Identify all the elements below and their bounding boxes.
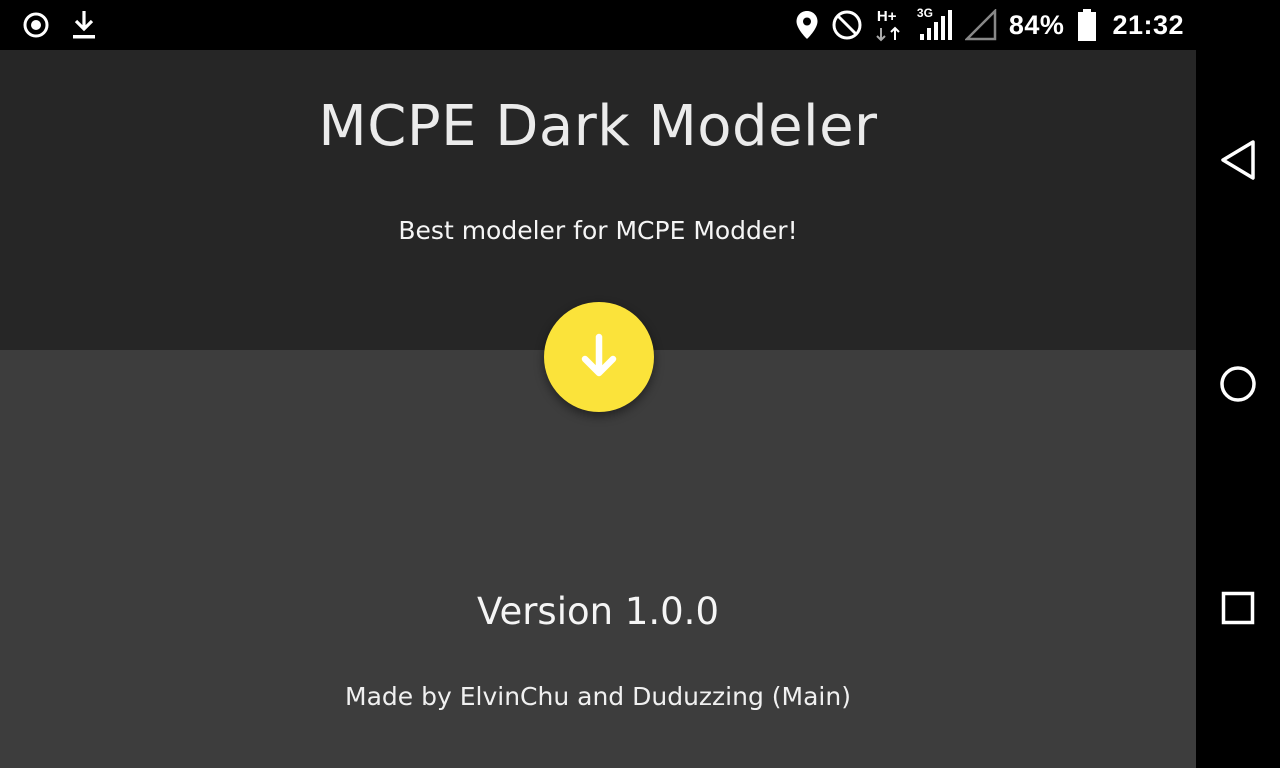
- battery-percent: 84%: [1008, 9, 1065, 40]
- clock: 21:32: [1112, 9, 1184, 40]
- download-icon: [70, 9, 98, 41]
- recents-button[interactable]: [1212, 582, 1264, 634]
- do-not-disturb-icon: [831, 9, 863, 41]
- signal-strength-icon: [964, 9, 997, 41]
- credits-text: Made by ElvinChu and Duduzzing (Main): [345, 682, 851, 711]
- navigation-bar: [1196, 0, 1280, 768]
- battery-icon: [1076, 8, 1098, 42]
- status-bar: H+ 3G 84% 21:32: [0, 0, 1196, 50]
- download-button[interactable]: [544, 302, 654, 412]
- back-icon: [1218, 138, 1258, 182]
- 3g-signal-icon: 3G: [917, 6, 953, 42]
- h-plus-network-icon: H+: [875, 8, 905, 42]
- network-type-label: H+: [876, 8, 897, 25]
- home-icon: [1219, 365, 1257, 403]
- app-subtitle: Best modeler for MCPE Modder!: [398, 216, 798, 245]
- home-button[interactable]: [1212, 358, 1264, 410]
- status-bar-left: [22, 0, 98, 50]
- recents-icon: [1221, 591, 1255, 625]
- version-label: Version 1.0.0: [477, 590, 719, 633]
- location-icon: [795, 10, 819, 40]
- arrow-down-icon: [577, 333, 621, 381]
- app-content: MCPE Dark Modeler Best modeler for MCPE …: [0, 50, 1196, 768]
- record-indicator-icon: [22, 11, 50, 39]
- status-bar-right: H+ 3G 84% 21:32: [795, 0, 1184, 50]
- app-title: MCPE Dark Modeler: [318, 94, 878, 159]
- description-text-cutoff: [0, 756, 1196, 768]
- back-button[interactable]: [1212, 134, 1264, 186]
